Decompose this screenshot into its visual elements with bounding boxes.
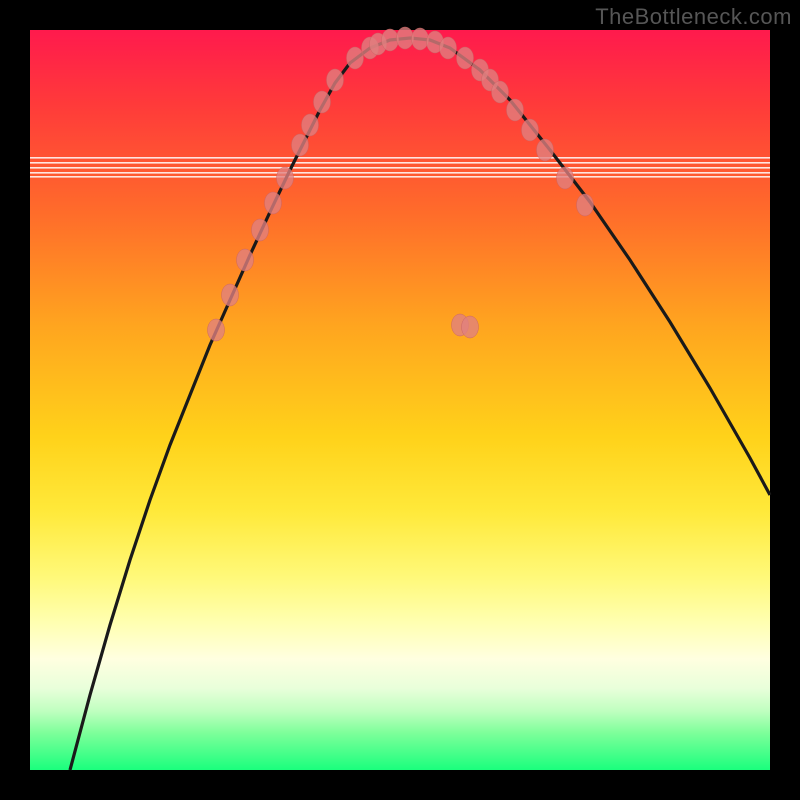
white-band — [30, 162, 770, 164]
marker-dot — [462, 316, 479, 338]
marker-dot — [577, 194, 594, 216]
white-bands — [30, 157, 770, 178]
marker-dot — [277, 167, 294, 189]
marker-dot — [222, 284, 239, 306]
chart-svg — [30, 30, 770, 770]
marker-dot — [557, 167, 574, 189]
marker-dot — [457, 47, 474, 69]
marker-dot — [382, 29, 399, 51]
marker-dot — [507, 99, 524, 121]
white-band — [30, 176, 770, 178]
marker-dot — [440, 37, 457, 59]
marker-dot — [292, 134, 309, 156]
marker-dot — [265, 192, 282, 214]
watermark-text: TheBottleneck.com — [595, 4, 792, 30]
outer-frame: TheBottleneck.com — [0, 0, 800, 800]
white-band — [30, 157, 770, 159]
marker-dot — [347, 47, 364, 69]
marker-dot — [397, 27, 414, 49]
white-band — [30, 167, 770, 169]
curve-markers — [208, 27, 594, 341]
marker-dot — [327, 69, 344, 91]
marker-dot — [252, 219, 269, 241]
marker-dot — [302, 114, 319, 136]
marker-dot — [537, 139, 554, 161]
marker-dot — [492, 81, 509, 103]
marker-dot — [237, 249, 254, 271]
marker-dot — [314, 91, 331, 113]
marker-dot — [522, 119, 539, 141]
plot-area — [30, 30, 770, 770]
marker-dot — [412, 28, 429, 50]
white-band — [30, 172, 770, 174]
marker-dot — [208, 319, 225, 341]
bottleneck-curve — [70, 38, 770, 770]
